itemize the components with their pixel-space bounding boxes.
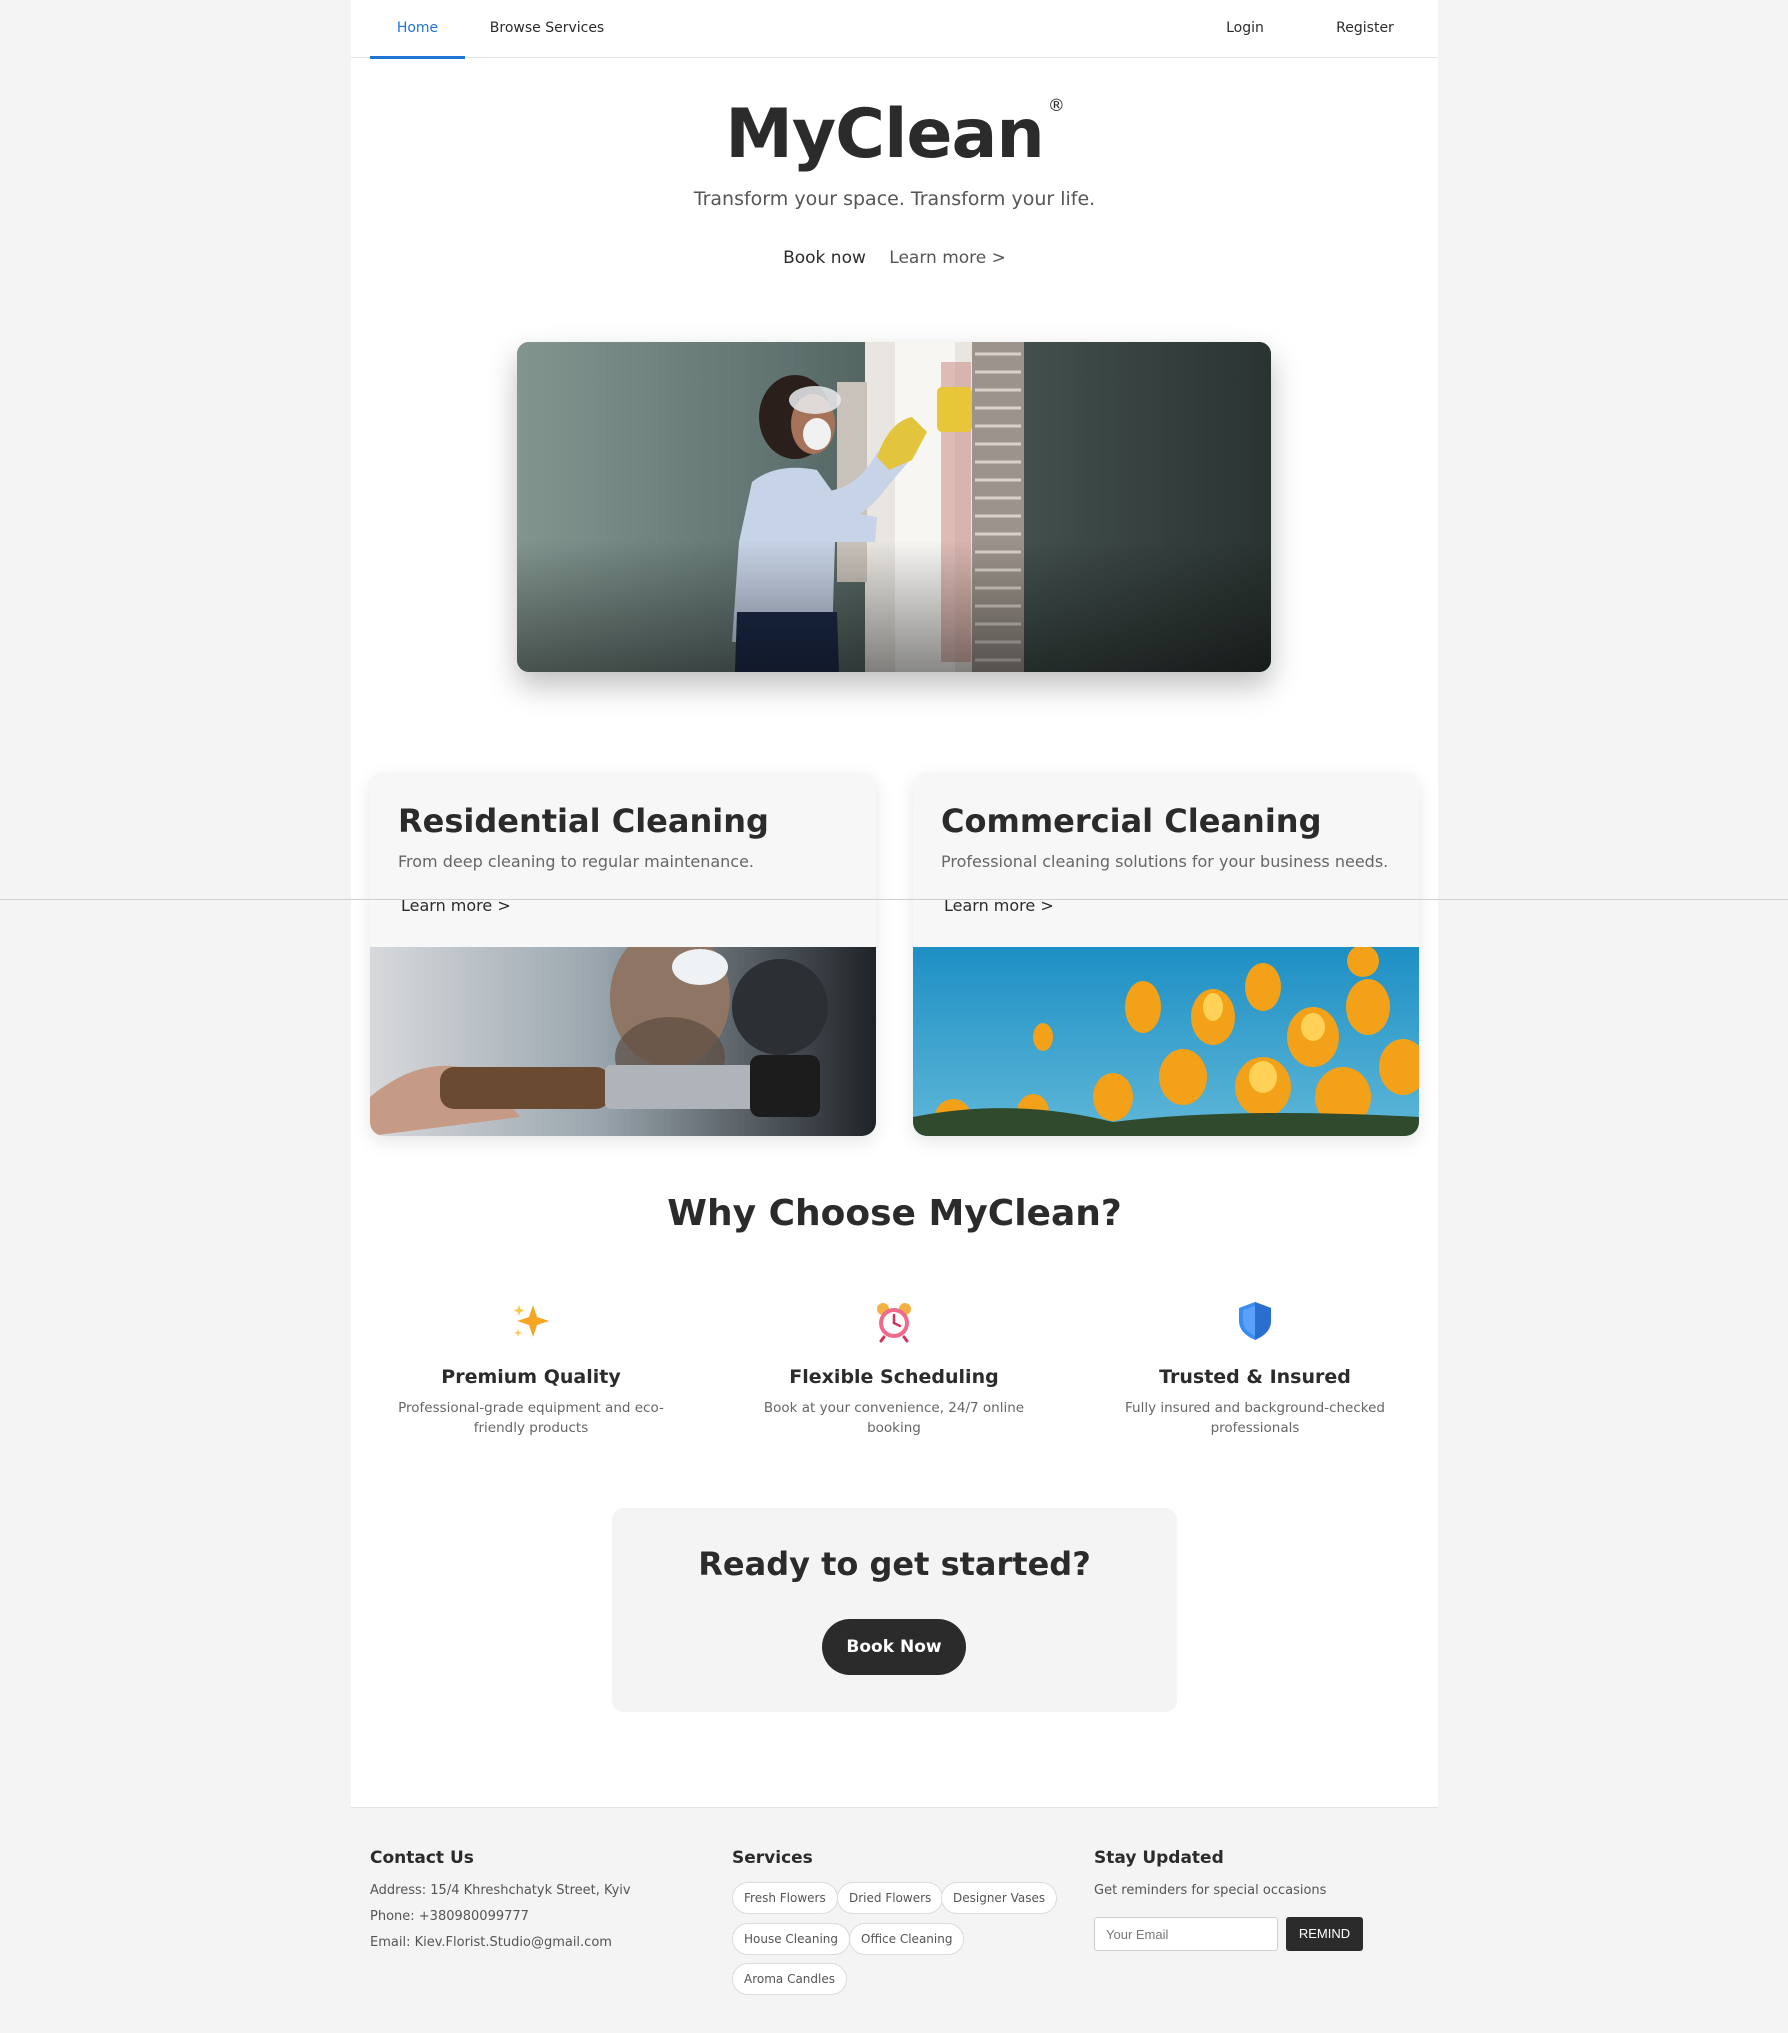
card-title: Residential Cleaning xyxy=(398,802,769,840)
residential-photo xyxy=(370,947,876,1136)
top-nav: Home Browse Services Login Register xyxy=(351,0,1438,59)
cta-panel: Ready to get started? Book Now xyxy=(612,1508,1177,1712)
commercial-photo xyxy=(913,947,1419,1136)
feature-description: Professional-grade equipment and eco- fr… xyxy=(391,1398,671,1438)
footer-contact: Contact Us Address: 15/4 Khreshchatyk St… xyxy=(370,1848,631,1950)
brand-name: MyClean xyxy=(725,95,1045,174)
feature-description-line: friendly products xyxy=(473,1420,589,1436)
hero-cleaning-photo xyxy=(517,342,1271,672)
service-tag[interactable]: Designer Vases xyxy=(941,1882,1058,1914)
remind-button[interactable]: REMIND xyxy=(1286,1917,1363,1951)
contact-phone: Phone: +380980099777 xyxy=(370,1909,529,1924)
email-input[interactable] xyxy=(1094,1917,1278,1951)
contact-email: Email: Kiev.Florist.Studio@gmail.com xyxy=(370,1935,612,1950)
card-description: From deep cleaning to regular maintenanc… xyxy=(398,852,755,871)
feature-description-line: booking xyxy=(867,1420,921,1436)
feature-title: Trusted & Insured xyxy=(1159,1366,1351,1388)
divider-line xyxy=(0,899,1788,900)
feature-title: Premium Quality xyxy=(441,1366,621,1388)
feature-description: Fully insured and background-checked pro… xyxy=(1115,1398,1395,1438)
feature-flexible-scheduling: Flexible Scheduling Book at your conveni… xyxy=(754,1298,1034,1438)
service-tag[interactable]: Aroma Candles xyxy=(732,1963,848,1995)
feature-title: Flexible Scheduling xyxy=(789,1366,999,1388)
why-choose-title: Why Choose MyClean? xyxy=(667,1193,1122,1234)
learn-more-link[interactable]: Learn more > xyxy=(889,248,1006,268)
feature-description-line: Fully insured and background-checked xyxy=(1124,1400,1385,1416)
feature-premium-quality: Premium Quality Professional-grade equip… xyxy=(391,1298,671,1438)
residential-card[interactable]: Residential Cleaning From deep cleaning … xyxy=(370,772,876,1136)
nav-home[interactable]: Home xyxy=(370,0,465,58)
page: Home Browse Services Login Register MyCl… xyxy=(351,0,1438,1807)
stay-updated-text: Get reminders for special occasions xyxy=(1094,1883,1327,1898)
nav-active-indicator xyxy=(370,56,465,59)
contact-address: Address: 15/4 Khreshchatyk Street, Kyiv xyxy=(370,1883,631,1898)
footer-heading: Contact Us xyxy=(370,1848,474,1868)
registered-mark: ® xyxy=(1047,96,1065,116)
hero-tagline: Transform your space. Transform your lif… xyxy=(693,188,1096,210)
shield-icon xyxy=(1115,1298,1395,1344)
commercial-card[interactable]: Commercial Cleaning Professional cleanin… xyxy=(913,772,1419,1136)
book-now-link[interactable]: Book now xyxy=(783,248,866,268)
footer-heading: Stay Updated xyxy=(1094,1848,1224,1868)
feature-description-line: Professional-grade equipment and eco- xyxy=(398,1400,664,1416)
footer-services: Services Fresh Flowers Dried Flowers Des… xyxy=(732,1848,1058,1995)
feature-description-line: professionals xyxy=(1210,1420,1300,1436)
feature-description-line: Book at your convenience, 24/7 online xyxy=(763,1400,1025,1416)
feature-description: Book at your convenience, 24/7 online bo… xyxy=(754,1398,1034,1438)
card-description: Professional cleaning solutions for your… xyxy=(941,852,1389,871)
footer-divider xyxy=(351,1807,1438,1808)
card-title: Commercial Cleaning xyxy=(941,802,1322,840)
service-tag[interactable]: Dried Flowers xyxy=(837,1882,944,1914)
cta-title: Ready to get started? xyxy=(698,1545,1091,1583)
nav-browse-services[interactable]: Browse Services xyxy=(488,0,606,58)
book-now-button[interactable]: Book Now xyxy=(822,1619,966,1675)
alarm-clock-icon xyxy=(754,1298,1034,1344)
footer-heading: Services xyxy=(732,1848,813,1868)
brand-title: MyClean ® xyxy=(351,95,1438,174)
service-tag[interactable]: House Cleaning xyxy=(732,1923,851,1955)
nav-register[interactable]: Register xyxy=(1329,0,1401,58)
feature-trusted-insured: Trusted & Insured Fully insured and back… xyxy=(1115,1298,1395,1438)
service-tag[interactable]: Fresh Flowers xyxy=(732,1882,838,1914)
nav-login[interactable]: Login xyxy=(1215,0,1275,58)
hero-actions: Book now Learn more > xyxy=(351,248,1438,268)
footer-stay-updated: Stay Updated Get reminders for special o… xyxy=(1094,1848,1394,1968)
sparkles-icon xyxy=(391,1298,671,1344)
service-tag[interactable]: Office Cleaning xyxy=(849,1923,965,1955)
